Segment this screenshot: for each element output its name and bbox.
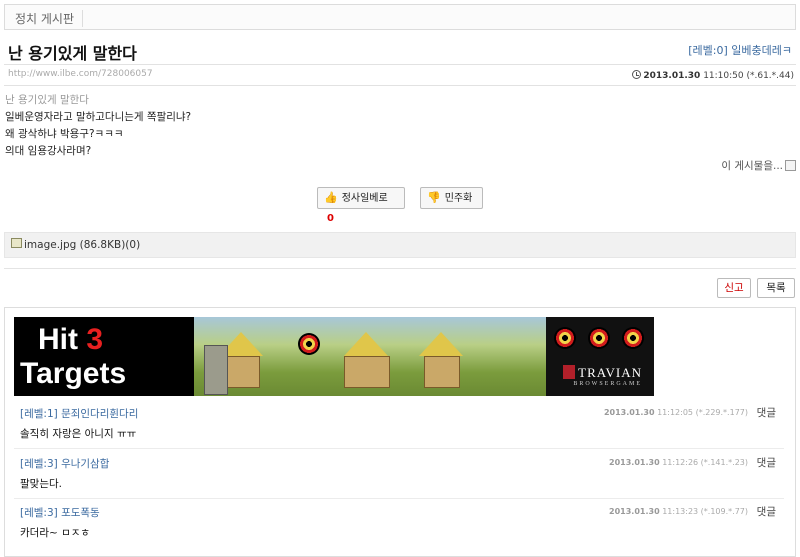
- comment-date: 2013.01.30: [603, 408, 655, 417]
- ad-village-art: [194, 317, 546, 396]
- ad-target-icon: [298, 333, 320, 355]
- attachment-link[interactable]: image.jpg (86.8KB)(0): [24, 239, 140, 251]
- clock-icon: [632, 70, 642, 79]
- post-ip: (*.61.*.44): [746, 71, 794, 81]
- comment-datetime: 2013.01.30 11:12:05 (*.229.*.177): [604, 408, 748, 417]
- ad-number: 3: [86, 323, 104, 356]
- reply-button[interactable]: 댓글: [757, 455, 776, 470]
- share-label: 이 게시물을...: [721, 160, 783, 172]
- post-meta-bar: http://www.ilbe.com/728006057 2013.01.30…: [4, 64, 796, 86]
- comment-time: 11:12:05: [657, 408, 694, 417]
- ad-hit: Hit: [38, 323, 87, 356]
- ad-brand-panel: TRAVIAN BROWSERGAME: [546, 317, 654, 396]
- ad-target-icon: [622, 327, 644, 349]
- comment-datetime: 2013.01.30 11:12:26 (*.141.*.23): [609, 458, 748, 467]
- ad-roof: [344, 332, 388, 356]
- thumbs-up-icon: 👍: [324, 191, 338, 204]
- post-datetime: 2013.01.30 11:10:50 (*.61.*.44): [632, 69, 794, 81]
- vote-down-button[interactable]: 👎 민주화: [420, 187, 483, 209]
- list-button[interactable]: 목록: [757, 278, 795, 298]
- comment-item: [레벨:1] 문죄인다리휜다리 2013.01.30 11:12:05 (*.2…: [14, 402, 784, 449]
- board-header: 정치 게시판: [4, 4, 796, 30]
- comment-ip: (*.141.*.23): [700, 458, 748, 467]
- comment-item: [레벨:3] 우나기삼합 2013.01.30 11:12:26 (*.141.…: [14, 452, 784, 499]
- comment-author[interactable]: [레벨:1] 문죄인다리휜다리: [20, 406, 138, 421]
- report-button[interactable]: 신고: [717, 278, 751, 298]
- post-time: 11:10:50: [703, 71, 744, 81]
- comment-ip: (*.229.*.177): [695, 408, 748, 417]
- post-title: 난 용기있게 말한다: [8, 44, 137, 63]
- comment-date: 2013.01.30: [609, 507, 660, 516]
- comment-datetime: 2013.01.30 11:13:23 (*.109.*.77): [609, 507, 748, 516]
- post-body: 난 용기있게 말한다 일베운영자라고 말하고다니는게 쪽팔리냐? 왜 광삭하냐 …: [5, 92, 191, 160]
- comment-text: 카더라~ ㅁㅈㅎ: [20, 527, 91, 539]
- vote-up-count: 0: [327, 213, 334, 224]
- comment-ip: (*.109.*.77): [700, 507, 748, 516]
- ad-brand: TRAVIAN BROWSERGAME: [563, 365, 642, 387]
- ad-house: [344, 356, 390, 388]
- image-file-icon: [11, 238, 22, 248]
- comment-author[interactable]: [레벨:3] 우나기삼합: [20, 456, 109, 471]
- comment-date: 2013.01.30: [609, 458, 660, 467]
- post-line: 의대 임용강사라며?: [5, 145, 92, 157]
- vote-up-label: 정사일베로: [341, 193, 388, 204]
- post-line: 난 용기있게 말한다: [5, 94, 89, 106]
- ad-headline-1: Hit 3: [38, 323, 103, 357]
- ad-target-icon: [554, 327, 576, 349]
- reply-button[interactable]: 댓글: [757, 504, 776, 519]
- share-link[interactable]: 이 게시물을...: [721, 158, 796, 173]
- post-line: 일베운영자라고 말하고다니는게 쪽팔리냐?: [5, 111, 192, 123]
- comment-time: 11:13:23: [662, 507, 699, 516]
- reply-button[interactable]: 댓글: [757, 405, 776, 420]
- ad-brand-sub: BROWSERGAME: [573, 381, 642, 387]
- ad-target-icon: [588, 327, 610, 349]
- thumbs-down-icon: 👎: [427, 191, 441, 204]
- comment-text: 솔직히 자랑은 아니지 ㅠㅠ: [20, 428, 137, 440]
- share-icon: [785, 160, 796, 171]
- ad-headline-2: Targets: [20, 357, 127, 390]
- post-author[interactable]: [레벨:0] 일베충데레ㅋ: [688, 42, 792, 58]
- post-date: 2013.01.30: [643, 71, 701, 81]
- comment-item: [레벨:3] 포도폭동 2013.01.30 11:13:23 (*.109.*…: [14, 501, 784, 547]
- divider: [4, 268, 796, 269]
- board-name[interactable]: 정치 게시판: [15, 10, 84, 27]
- ad-house: [424, 356, 460, 388]
- ad-banner[interactable]: Hit 3 Targets TRAVIAN BROWSERGAME: [14, 317, 654, 396]
- ad-roof: [419, 332, 463, 356]
- comment-time: 11:12:26: [662, 458, 699, 467]
- post-line: 왜 광삭하냐 박용구?ㅋㅋㅋ: [5, 128, 124, 140]
- vote-down-label: 민주화: [444, 193, 473, 204]
- post-url[interactable]: http://www.ilbe.com/728006057: [8, 69, 153, 79]
- ad-brand-name: TRAVIAN: [578, 365, 642, 380]
- attachment-bar: image.jpg (86.8KB)(0): [4, 232, 796, 258]
- ad-tower: [204, 345, 228, 395]
- ad-house: [224, 356, 260, 388]
- shield-icon: [563, 365, 576, 379]
- comment-author[interactable]: [레벨:3] 포도폭동: [20, 505, 100, 520]
- vote-up-button[interactable]: 👍 정사일베로 0: [317, 187, 405, 224]
- comment-text: 팔맞는다.: [20, 478, 62, 490]
